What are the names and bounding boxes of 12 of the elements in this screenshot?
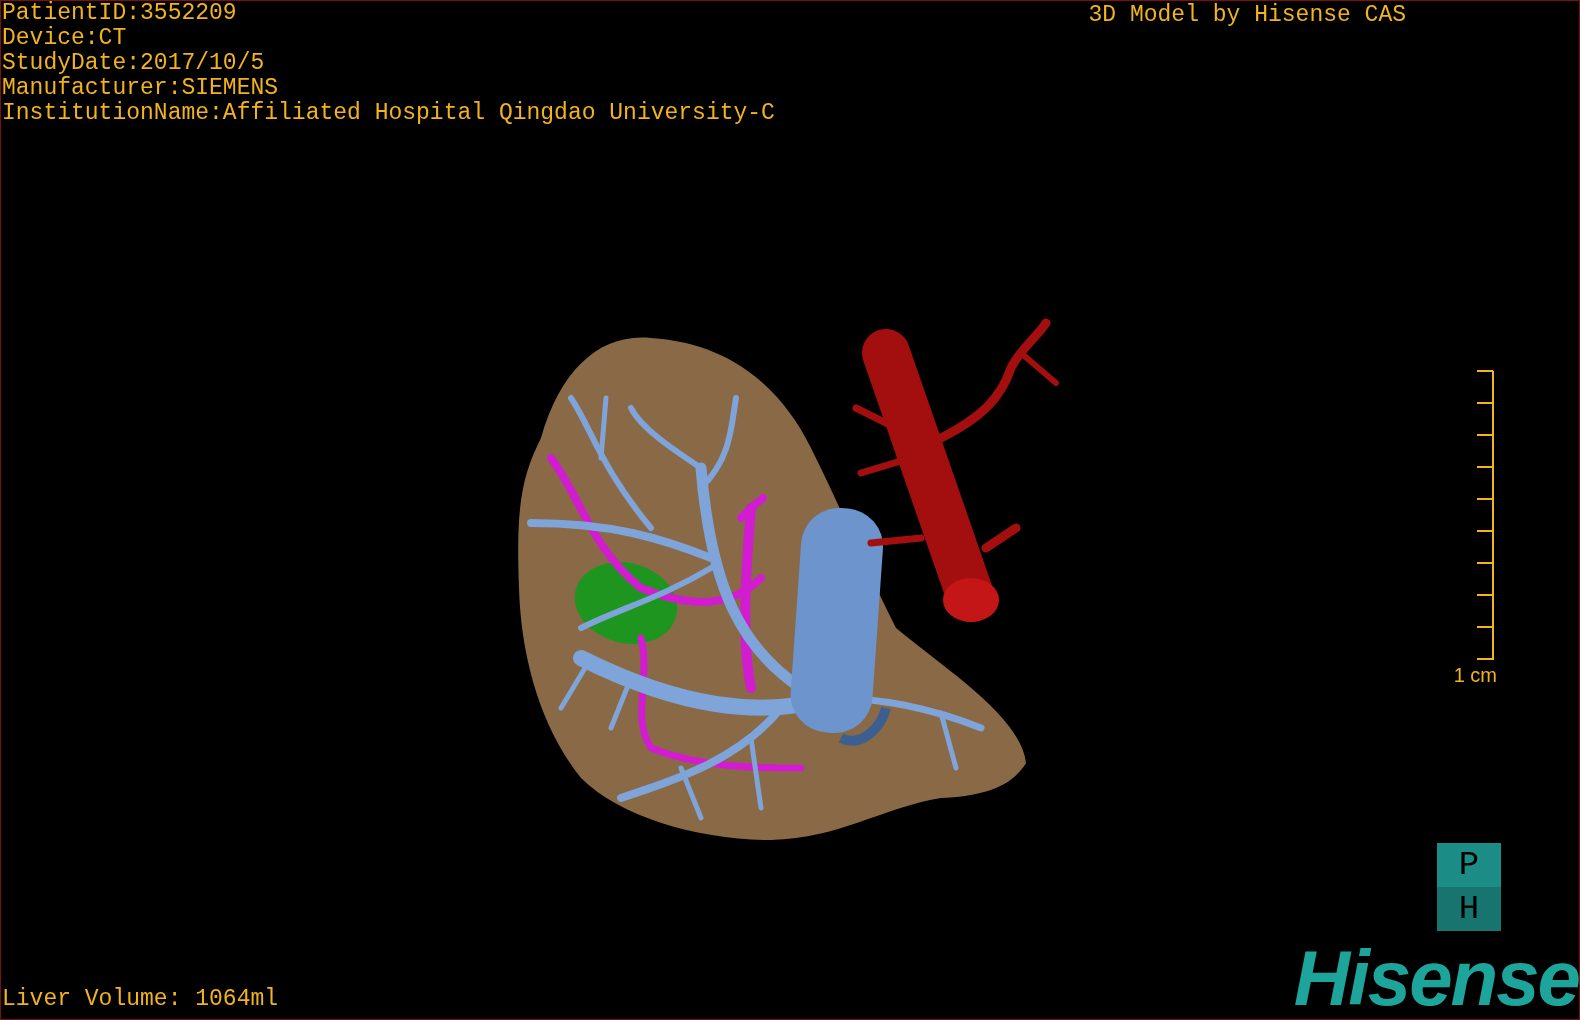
liver-volume: Liver Volume: 1064ml: [1, 987, 279, 1011]
info-line: Manufacturer:SIEMENS: [2, 76, 280, 101]
app-title: 3D Model by Hisense CAS: [1088, 1, 1406, 29]
info-line: Device:CT: [2, 26, 128, 51]
orientation-face: P: [1437, 843, 1501, 887]
brand-logo: Hisense: [1293, 939, 1579, 1017]
info-line: StudyDate:2017/10/5: [2, 51, 266, 76]
orientation-face: H: [1437, 887, 1501, 931]
info-line: InstitutionName:Affiliated Hospital Qingdao University-C: [2, 101, 775, 126]
info-line: PatientID:3552209: [2, 1, 238, 26]
orientation-cube[interactable]: P H: [1437, 843, 1501, 931]
scale-label: 1 cm: [1453, 664, 1497, 686]
